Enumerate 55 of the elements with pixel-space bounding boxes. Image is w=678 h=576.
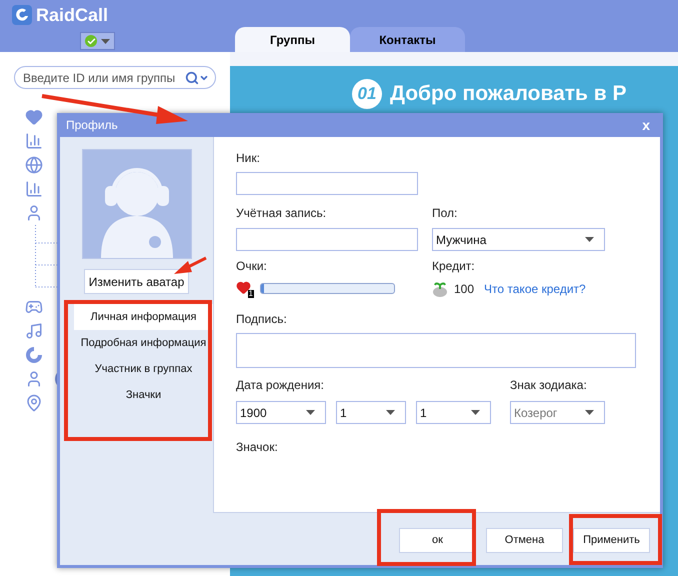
caret-icon [306, 410, 315, 415]
tab[interactable]: Группы [235, 27, 350, 52]
nav-item[interactable]: Участник в группах [74, 356, 213, 382]
annotation-arrow [172, 256, 208, 276]
bar-chart-icon [25, 180, 43, 198]
select-field[interactable]: Мужчина [432, 228, 605, 251]
dialog-title: Профиль [66, 117, 118, 134]
level-badge: 1 [248, 290, 254, 298]
nav-item[interactable]: Личная информация [74, 304, 213, 330]
search-icon[interactable] [185, 70, 199, 84]
caret-icon [386, 410, 395, 415]
tab[interactable]: Контакты [350, 27, 465, 52]
change-avatar-button[interactable]: Изменить аватар [84, 269, 190, 294]
field-label: Значок: [236, 439, 279, 456]
field-label: Ник: [236, 150, 261, 167]
logo-icon [12, 5, 32, 25]
select-field[interactable]: 1 [416, 401, 491, 424]
select-field[interactable]: 1 [336, 401, 406, 424]
dialog-button[interactable]: Применить [573, 528, 650, 552]
user-icon [25, 370, 43, 388]
signature-field[interactable] [236, 333, 636, 368]
credit-value: 100 [454, 281, 474, 298]
online-status-icon [85, 35, 97, 47]
caret-icon [101, 38, 110, 44]
globe-icon [25, 156, 43, 174]
field-label: Учётная запись: [236, 205, 328, 222]
heart-icon [25, 108, 43, 126]
field-label: Кредит: [432, 258, 476, 275]
nick-field[interactable] [236, 172, 418, 195]
account-field[interactable] [236, 228, 418, 251]
nav-item[interactable]: Подробная информация [74, 330, 213, 356]
caret-icon [585, 410, 594, 415]
field-label: Очки: [236, 258, 268, 275]
select-field[interactable]: 1900 [236, 401, 326, 424]
field-label: Знак зодиака: [510, 377, 588, 394]
pin-icon [25, 394, 43, 412]
field-label: Пол: [432, 205, 458, 222]
app-logo: RaidCall [36, 4, 108, 26]
bar-chart-icon [25, 132, 43, 150]
field-label: Дата рождения: [236, 377, 325, 394]
nav-item[interactable]: Значки [74, 382, 213, 408]
music-icon [25, 322, 43, 340]
gamepad-icon [25, 298, 43, 316]
step-number: 01 [352, 78, 382, 109]
welcome-title: Добро пожаловать в Р [390, 81, 627, 107]
dialog-button[interactable]: Отмена [486, 528, 563, 552]
caret-icon [585, 237, 594, 242]
search-field[interactable]: Введите ID или имя группы [14, 66, 216, 89]
status-button[interactable] [80, 32, 115, 50]
credit-link[interactable]: Что такое кредит? [484, 280, 586, 298]
sprout-icon [432, 281, 448, 297]
field-label: Подпись: [236, 311, 288, 328]
crescent-icon [25, 346, 43, 364]
user-icon [25, 204, 43, 222]
caret-icon [471, 410, 480, 415]
